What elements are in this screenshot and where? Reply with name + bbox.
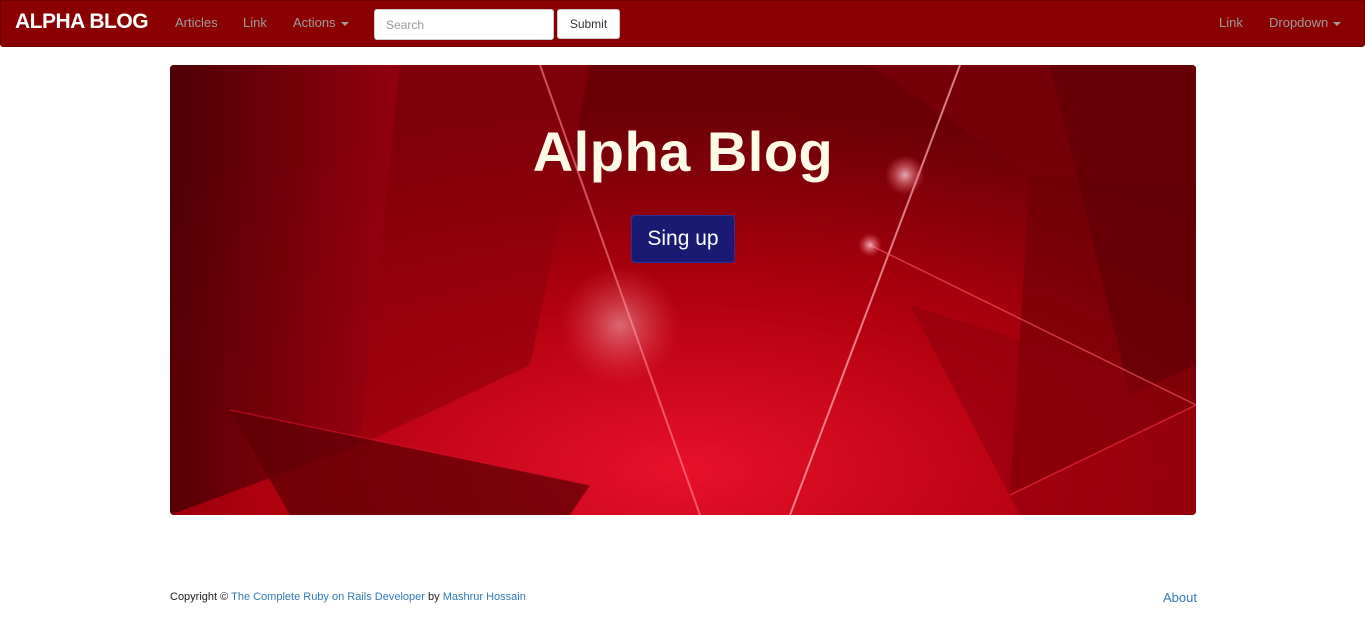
by-text: by bbox=[428, 591, 440, 603]
author-link[interactable]: Mashrur Hossain bbox=[443, 591, 526, 603]
caret-down-icon bbox=[340, 21, 349, 26]
actions-dropdown[interactable]: Actions bbox=[293, 15, 349, 30]
footer-copyright: Copyright © The Complete Ruby on Rails D… bbox=[170, 591, 526, 603]
copyright-prefix: Copyright © bbox=[170, 591, 229, 603]
about-link[interactable]: About bbox=[1163, 590, 1197, 605]
nav-right-link[interactable]: Link bbox=[1219, 15, 1243, 30]
hero-title: Alpha Blog bbox=[532, 120, 834, 183]
nav-articles-link[interactable]: Articles bbox=[175, 15, 218, 30]
submit-button[interactable]: Submit bbox=[557, 9, 620, 39]
caret-down-icon bbox=[1333, 21, 1342, 26]
right-dropdown-label: Dropdown bbox=[1269, 15, 1329, 30]
brand-logo-link[interactable]: ALPHA BLOG bbox=[15, 10, 149, 34]
top-navbar: ALPHA BLOG Articles Link Actions Submit … bbox=[0, 0, 1365, 47]
search-input[interactable] bbox=[374, 9, 554, 40]
hero-jumbotron: Alpha Blog Sing up bbox=[170, 65, 1196, 515]
nav-link[interactable]: Link bbox=[243, 15, 267, 30]
actions-dropdown-label: Actions bbox=[293, 15, 336, 30]
course-link[interactable]: The Complete Ruby on Rails Developer bbox=[231, 591, 425, 603]
signup-button[interactable]: Sing up bbox=[631, 215, 735, 263]
right-dropdown[interactable]: Dropdown bbox=[1269, 15, 1342, 30]
